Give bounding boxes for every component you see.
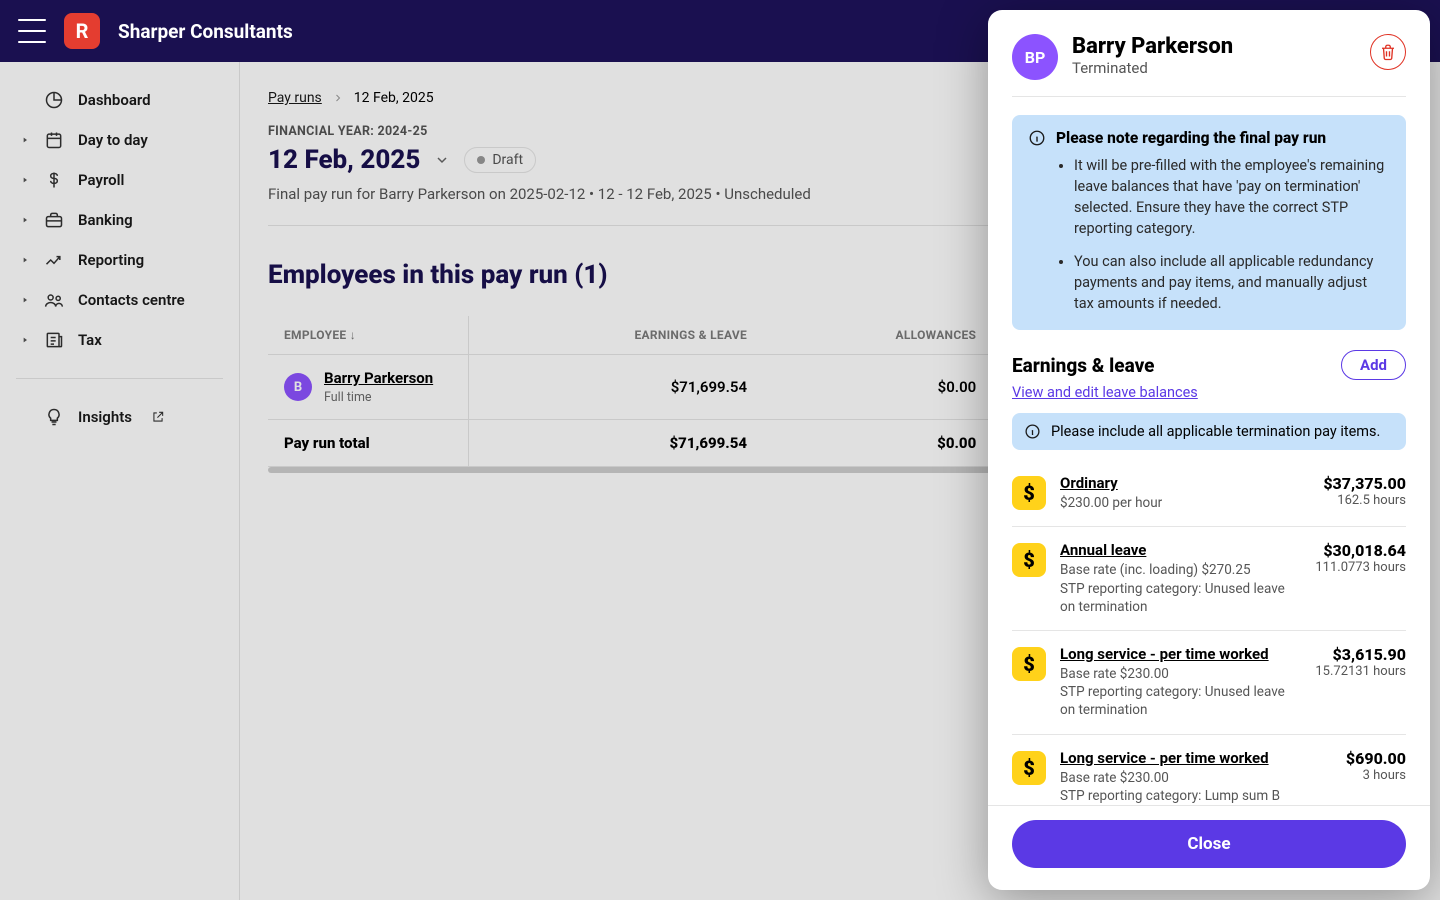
note-point: You can also include all applicable redu…	[1074, 251, 1390, 314]
earnings-heading: Earnings & leave	[1012, 354, 1154, 377]
earnings-item-hours: 3 hours	[1346, 768, 1406, 783]
earnings-item-sub: Base rate (inc. loading) $270.25STP repo…	[1060, 561, 1301, 616]
inline-note-text: Please include all applicable terminatio…	[1051, 423, 1380, 440]
employee-detail-panel: BP Barry Parkerson Terminated Please not…	[988, 10, 1430, 890]
earnings-item[interactable]: $ Ordinary $230.00 per hour $37,375.00162.5…	[1012, 460, 1406, 527]
earnings-item-name[interactable]: Long service - per time worked	[1060, 749, 1332, 767]
company-name: Sharper Consultants	[118, 20, 293, 43]
view-balances-link[interactable]: View and edit leave balances	[1012, 384, 1198, 401]
app-logo: R	[64, 13, 100, 49]
dollar-icon: $	[1012, 647, 1046, 681]
earnings-item-hours: 111.0773 hours	[1315, 560, 1406, 575]
menu-button[interactable]	[18, 19, 46, 43]
earnings-item-name[interactable]: Ordinary	[1060, 474, 1309, 492]
earnings-item-name[interactable]: Annual leave	[1060, 541, 1301, 559]
avatar: BP	[1012, 34, 1058, 80]
dollar-icon: $	[1012, 476, 1046, 510]
earnings-item-sub: Base rate $230.00STP reporting category:…	[1060, 769, 1332, 805]
earnings-item-amount: $30,018.64	[1315, 541, 1406, 560]
earnings-item-hours: 162.5 hours	[1323, 493, 1406, 508]
info-icon	[1028, 129, 1046, 314]
delete-button[interactable]	[1370, 34, 1406, 70]
earnings-item-amount: $37,375.00	[1323, 474, 1406, 493]
earnings-item-sub: $230.00 per hour	[1060, 494, 1309, 512]
earnings-item-amount: $3,615.90	[1315, 645, 1406, 664]
earnings-item-hours: 15.72131 hours	[1315, 664, 1406, 679]
earnings-item[interactable]: $ Annual leave Base rate (inc. loading) $2…	[1012, 527, 1406, 631]
earnings-item-name[interactable]: Long service - per time worked	[1060, 645, 1301, 663]
close-button[interactable]: Close	[1012, 820, 1406, 868]
panel-employee-name: Barry Parkerson	[1072, 34, 1233, 59]
earnings-item-sub: Base rate $230.00STP reporting category:…	[1060, 665, 1301, 720]
note-point: It will be pre-filled with the employee'…	[1074, 155, 1390, 239]
note-title: Please note regarding the final pay run	[1056, 129, 1390, 147]
panel-employee-status: Terminated	[1072, 59, 1233, 77]
dollar-icon: $	[1012, 751, 1046, 785]
earnings-item[interactable]: $ Long service - per time worked Base rate…	[1012, 735, 1406, 805]
earnings-item[interactable]: $ Long service - per time worked Base rate…	[1012, 631, 1406, 735]
earnings-item-amount: $690.00	[1346, 749, 1406, 768]
trash-icon	[1379, 43, 1397, 61]
info-note: Please note regarding the final pay run …	[1012, 115, 1406, 330]
dollar-icon: $	[1012, 543, 1046, 577]
add-button[interactable]: Add	[1341, 350, 1406, 380]
inline-info-note: Please include all applicable terminatio…	[1012, 413, 1406, 450]
info-icon	[1024, 423, 1041, 440]
